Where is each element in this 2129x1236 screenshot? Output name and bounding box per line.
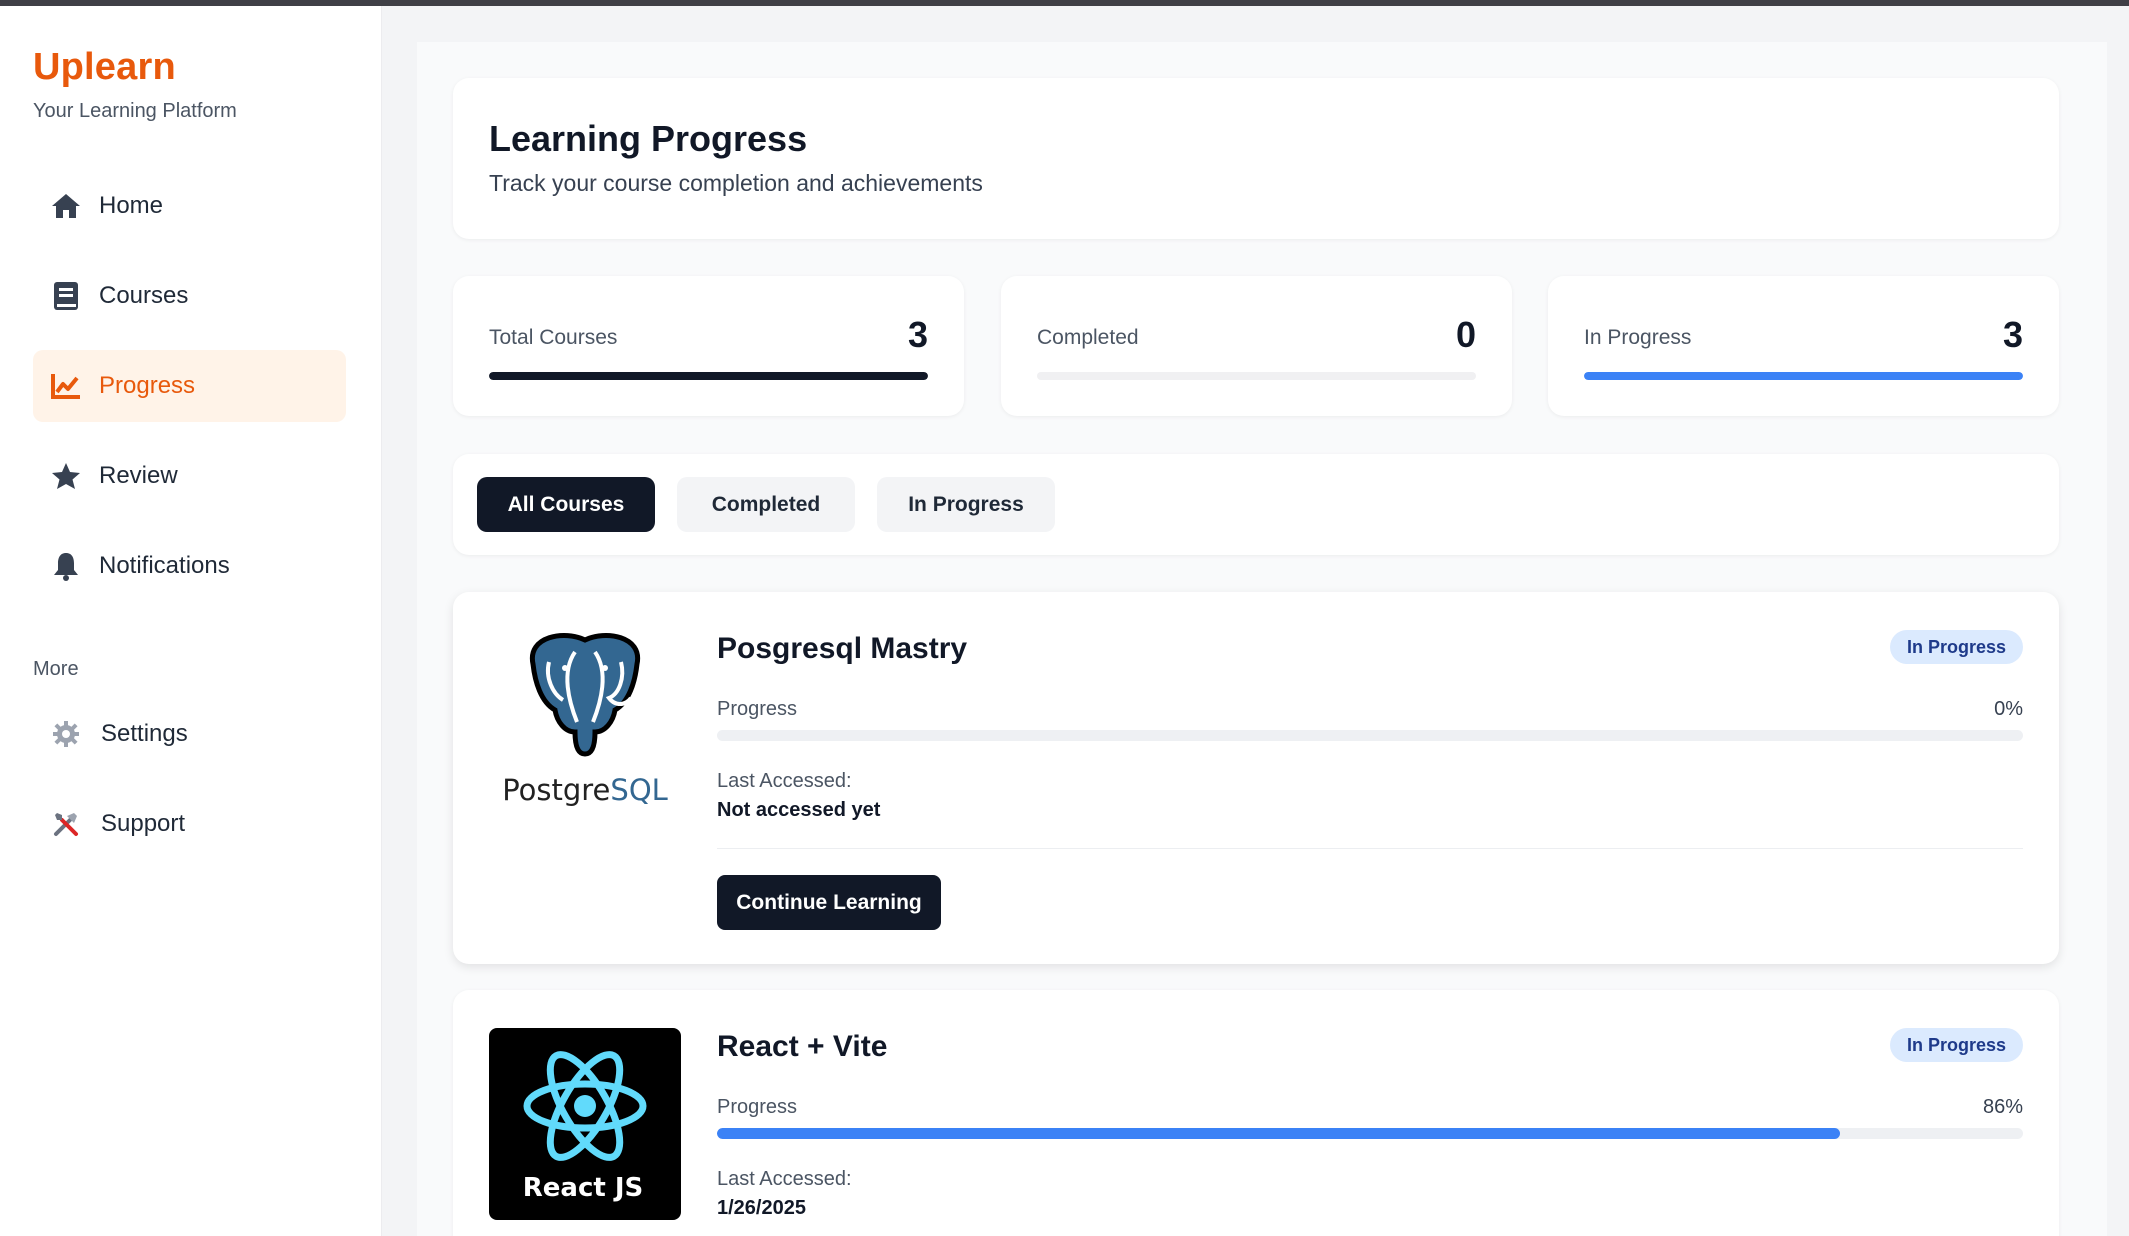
sidebar-item-label: Notifications xyxy=(99,552,230,579)
stat-card-completed: Completed 0 xyxy=(1001,276,1512,416)
divider xyxy=(717,848,2023,849)
page-header-card: Learning Progress Track your course comp… xyxy=(453,78,2059,239)
progress-label: Progress xyxy=(717,1096,798,1118)
stat-label: In Progress xyxy=(1584,326,1692,349)
postgresql-logo: PostgreSQL xyxy=(489,630,681,822)
page-title: Learning Progress xyxy=(489,118,808,159)
stat-progress-bar xyxy=(1584,372,2023,380)
sidebar-item-label: Courses xyxy=(99,282,189,309)
progress-percent: 0% xyxy=(1994,698,2023,720)
progress-percent: 86% xyxy=(1982,1096,2023,1118)
stat-progress-fill xyxy=(1584,372,2023,380)
progress-label: Progress xyxy=(717,698,798,720)
sidebar-item-progress[interactable]: Progress xyxy=(33,350,346,422)
stat-label: Total Courses xyxy=(489,326,618,349)
stat-card-in-progress: In Progress 3 xyxy=(1548,276,2059,416)
sidebar-item-label: Support xyxy=(101,810,186,837)
react-logo: React JS xyxy=(489,1028,681,1220)
postgresql-logo-text: PostgreSQL xyxy=(502,773,668,807)
course-card-postgresql: PostgreSQL Posgresql Mastry In Progress … xyxy=(453,592,2059,964)
sidebar-item-notifications[interactable]: Notifications xyxy=(33,530,346,602)
page-subtitle: Track your course completion and achieve… xyxy=(489,170,983,196)
filter-completed-button[interactable]: Completed xyxy=(677,477,855,532)
course-card-react: React JS React + Vite In Progress Progre… xyxy=(453,990,2059,1236)
filter-in-progress-button[interactable]: In Progress xyxy=(877,477,1055,532)
gear-icon xyxy=(49,717,83,751)
last-accessed-value: 1/26/2025 xyxy=(717,1197,806,1219)
star-icon xyxy=(49,459,83,493)
status-badge: In Progress xyxy=(1889,630,2023,664)
stat-value: 3 xyxy=(907,314,928,355)
stat-progress-bar xyxy=(1037,372,1476,380)
course-progress-fill xyxy=(717,1128,1841,1139)
bell-icon xyxy=(49,549,83,583)
react-logo-text: React JS xyxy=(523,1173,644,1203)
course-progress-bar xyxy=(717,730,2023,741)
status-badge: In Progress xyxy=(1889,1028,2023,1062)
sidebar: Uplearn Your Learning Platform Home Cour… xyxy=(0,6,382,1236)
sidebar-item-label: Settings xyxy=(101,720,188,747)
home-icon xyxy=(49,189,83,223)
continue-learning-button[interactable]: Continue Learning xyxy=(717,875,941,930)
last-accessed-label: Last Accessed: xyxy=(717,1168,852,1190)
course-progress-bar xyxy=(717,1128,2023,1139)
sidebar-item-home[interactable]: Home xyxy=(33,170,346,242)
sidebar-item-settings[interactable]: Settings xyxy=(33,698,346,770)
course-title: React + Vite xyxy=(717,1030,888,1063)
filter-bar: All Courses Completed In Progress xyxy=(453,454,2059,555)
brand-tagline: Your Learning Platform xyxy=(33,100,237,122)
brand-logo-text[interactable]: Uplearn xyxy=(33,46,176,89)
sidebar-item-courses[interactable]: Courses xyxy=(33,260,346,332)
stat-progress-fill xyxy=(489,372,928,380)
tools-icon xyxy=(49,807,83,841)
course-title: Posgresql Mastry xyxy=(717,632,968,665)
last-accessed-label: Last Accessed: xyxy=(717,770,852,792)
stat-value: 3 xyxy=(2002,314,2023,355)
more-section-label: More xyxy=(33,658,79,680)
stat-card-total-courses: Total Courses 3 xyxy=(453,276,964,416)
sidebar-item-label: Progress xyxy=(99,372,196,399)
sidebar-item-label: Home xyxy=(99,192,164,219)
sidebar-item-label: Review xyxy=(99,462,178,489)
stat-label: Completed xyxy=(1037,326,1139,349)
main-content: Learning Progress Track your course comp… xyxy=(417,42,2107,1236)
last-accessed-value: Not accessed yet xyxy=(717,799,881,821)
stat-progress-bar xyxy=(489,372,928,380)
book-icon xyxy=(49,279,83,313)
stat-value: 0 xyxy=(1455,314,1476,355)
sidebar-item-review[interactable]: Review xyxy=(33,440,346,512)
chart-line-icon xyxy=(49,369,83,403)
sidebar-item-support[interactable]: Support xyxy=(33,788,346,860)
filter-all-courses-button[interactable]: All Courses xyxy=(477,477,655,532)
